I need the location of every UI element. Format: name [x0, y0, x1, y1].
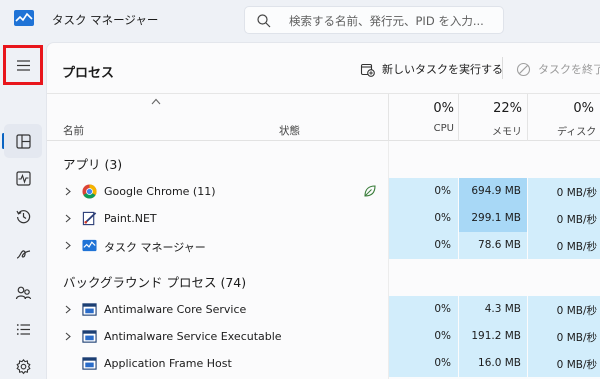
- hamburger-menu-button[interactable]: [3, 45, 43, 85]
- table-row[interactable]: Antimalware Core Service 0% 4.3 MB 0 MB/…: [47, 296, 600, 323]
- startup-apps-icon: [16, 249, 30, 259]
- sort-ascending-icon: [151, 98, 161, 105]
- cpu-cell: 0%: [389, 205, 458, 232]
- cpu-cell: 0%: [389, 232, 458, 259]
- task-manager-logo-icon: [14, 10, 34, 26]
- table-row[interactable]: タスク マネージャー 0% 78.6 MB 0 MB/秒: [47, 232, 600, 259]
- disk-total-percent: 0%: [573, 101, 594, 116]
- memory-total-percent: 22%: [493, 101, 522, 116]
- app-history-icon: [15, 209, 30, 223]
- services-icon: [15, 358, 31, 374]
- table-row[interactable]: Google Chrome (11) 0% 694.9 MB 0 MB/秒: [47, 178, 600, 205]
- hamburger-icon: [16, 59, 30, 71]
- search-icon: [257, 14, 271, 28]
- memory-cell: 4.3 MB: [459, 296, 527, 323]
- disk-cell: 0 MB/秒: [528, 205, 600, 232]
- toolbar-divider: [502, 57, 503, 79]
- nav-services[interactable]: [4, 349, 42, 379]
- memory-cell: 299.1 MB: [459, 205, 527, 232]
- chevron-right-icon[interactable]: [64, 241, 72, 250]
- chevron-right-icon[interactable]: [64, 332, 72, 341]
- group-header-apps[interactable]: アプリ (3): [63, 154, 122, 173]
- group-header-background[interactable]: バックグラウンド プロセス (74): [63, 272, 246, 291]
- run-new-task-label: 新しいタスクを実行する: [382, 63, 503, 76]
- cpu-cell: 0%: [389, 323, 458, 350]
- nav-details[interactable]: [4, 312, 42, 346]
- memory-cell: 16.0 MB: [459, 350, 527, 377]
- memory-cell: 78.6 MB: [459, 232, 527, 259]
- app-title: タスク マネージャー: [52, 13, 159, 27]
- service-window-icon: [82, 357, 97, 370]
- processes-icon: [15, 133, 31, 149]
- disk-cell: 0 MB/秒: [528, 296, 600, 323]
- nav-rail: [0, 40, 46, 379]
- efficiency-leaf-icon: [364, 185, 376, 197]
- disk-cell: 0 MB/秒: [528, 178, 600, 205]
- nav-app-history[interactable]: [4, 199, 42, 233]
- chrome-icon: [82, 184, 97, 199]
- new-task-icon: [360, 63, 375, 77]
- cpu-cell: 0%: [389, 350, 458, 377]
- paintnet-icon: [82, 211, 97, 226]
- end-task-icon: [516, 62, 531, 76]
- process-name: タスク マネージャー: [104, 241, 206, 254]
- chevron-right-icon[interactable]: [64, 305, 72, 314]
- column-header-name[interactable]: 名前: [63, 123, 84, 138]
- run-new-task-button[interactable]: 新しいタスクを実行する: [360, 61, 503, 77]
- users-icon: [15, 286, 31, 299]
- process-name: Paint.NET: [104, 212, 157, 225]
- table-row[interactable]: Antimalware Service Executable 0% 191.2 …: [47, 323, 600, 350]
- table-row[interactable]: Application Frame Host 0% 16.0 MB 0 MB/秒: [47, 350, 600, 377]
- process-name: Google Chrome (11): [104, 185, 216, 198]
- process-name: Application Frame Host: [104, 357, 232, 370]
- disk-cell: 0 MB/秒: [528, 323, 600, 350]
- search-input[interactable]: 検索する名前、発行元、PID を入力...: [244, 6, 504, 34]
- task-manager-icon: [82, 239, 97, 252]
- column-header-memory[interactable]: メモリ: [459, 123, 522, 138]
- nav-performance[interactable]: [4, 161, 42, 195]
- disk-cell: 0 MB/秒: [528, 350, 600, 377]
- cpu-total-percent: 0%: [433, 101, 454, 116]
- table-header: 名前 状態 0% CPU 22% メモリ 0% ディスク: [47, 94, 600, 141]
- column-header-cpu[interactable]: CPU: [389, 123, 454, 134]
- service-window-icon: [82, 303, 97, 316]
- cpu-cell: 0%: [389, 178, 458, 205]
- cpu-cell: 0%: [389, 296, 458, 323]
- processes-panel: プロセス 新しいタスクを実行する タスクを終了する 名前 状態: [46, 42, 600, 379]
- page-title: プロセス: [62, 66, 115, 81]
- table-row[interactable]: Paint.NET 0% 299.1 MB 0 MB/秒: [47, 205, 600, 232]
- process-table: 名前 状態 0% CPU 22% メモリ 0% ディスク アプリ (3) Goo…: [47, 94, 600, 379]
- end-task-button[interactable]: タスクを終了する: [516, 61, 600, 77]
- nav-processes[interactable]: [4, 124, 42, 158]
- process-name: Antimalware Service Executable: [104, 330, 282, 343]
- service-window-icon: [82, 330, 97, 343]
- chevron-right-icon[interactable]: [64, 187, 72, 196]
- nav-startup-apps[interactable]: [4, 237, 42, 271]
- memory-cell: 694.9 MB: [459, 178, 527, 205]
- details-icon: [16, 323, 30, 335]
- search-placeholder: 検索する名前、発行元、PID を入力...: [289, 14, 484, 28]
- column-header-status[interactable]: 状態: [279, 123, 300, 138]
- chevron-right-icon[interactable]: [64, 214, 72, 223]
- performance-icon: [15, 170, 31, 186]
- memory-cell: 191.2 MB: [459, 323, 527, 350]
- column-header-disk[interactable]: ディスク: [528, 123, 600, 138]
- process-name: Antimalware Core Service: [104, 303, 247, 316]
- disk-cell: 0 MB/秒: [528, 232, 600, 259]
- end-task-label: タスクを終了する: [538, 63, 600, 76]
- title-bar: タスク マネージャー 検索する名前、発行元、PID を入力...: [0, 0, 600, 40]
- nav-users[interactable]: [4, 275, 42, 309]
